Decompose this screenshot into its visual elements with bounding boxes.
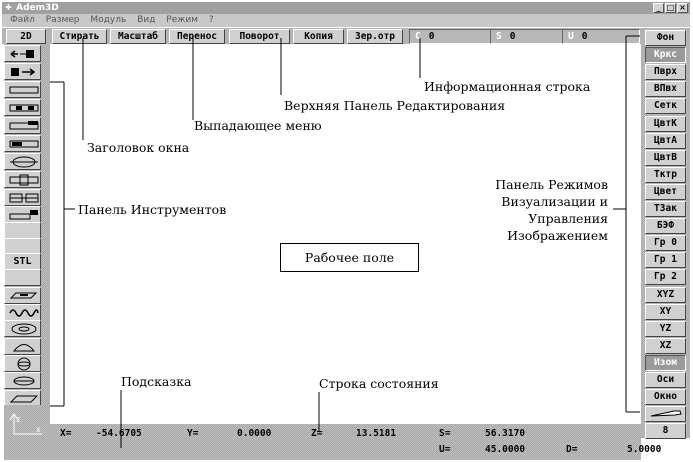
annotation-modes-panel-3: Управления bbox=[528, 211, 608, 226]
annotation-modes-panel-2: Визуализации и bbox=[501, 194, 608, 209]
annotation-modes-panel-1: Панель Режимов bbox=[495, 177, 608, 192]
annotation-modes-panel-4: Изображением bbox=[507, 228, 608, 243]
annotation-dropdown-menu: Выпадающее меню bbox=[194, 118, 322, 133]
annotation-window-title: Заголовок окна bbox=[87, 140, 190, 155]
annotation-status-line: Строка состояния bbox=[319, 376, 439, 391]
annotation-hint: Подсказка bbox=[121, 374, 192, 389]
annotation-tools-panel: Панель Инструментов bbox=[78, 202, 227, 217]
annotation-top-edit-panel: Верхняя Панель Редактирования bbox=[284, 98, 506, 113]
annotation-work-field: Рабочее поле bbox=[280, 243, 419, 272]
annotation-info-line: Информационная строка bbox=[424, 79, 591, 94]
